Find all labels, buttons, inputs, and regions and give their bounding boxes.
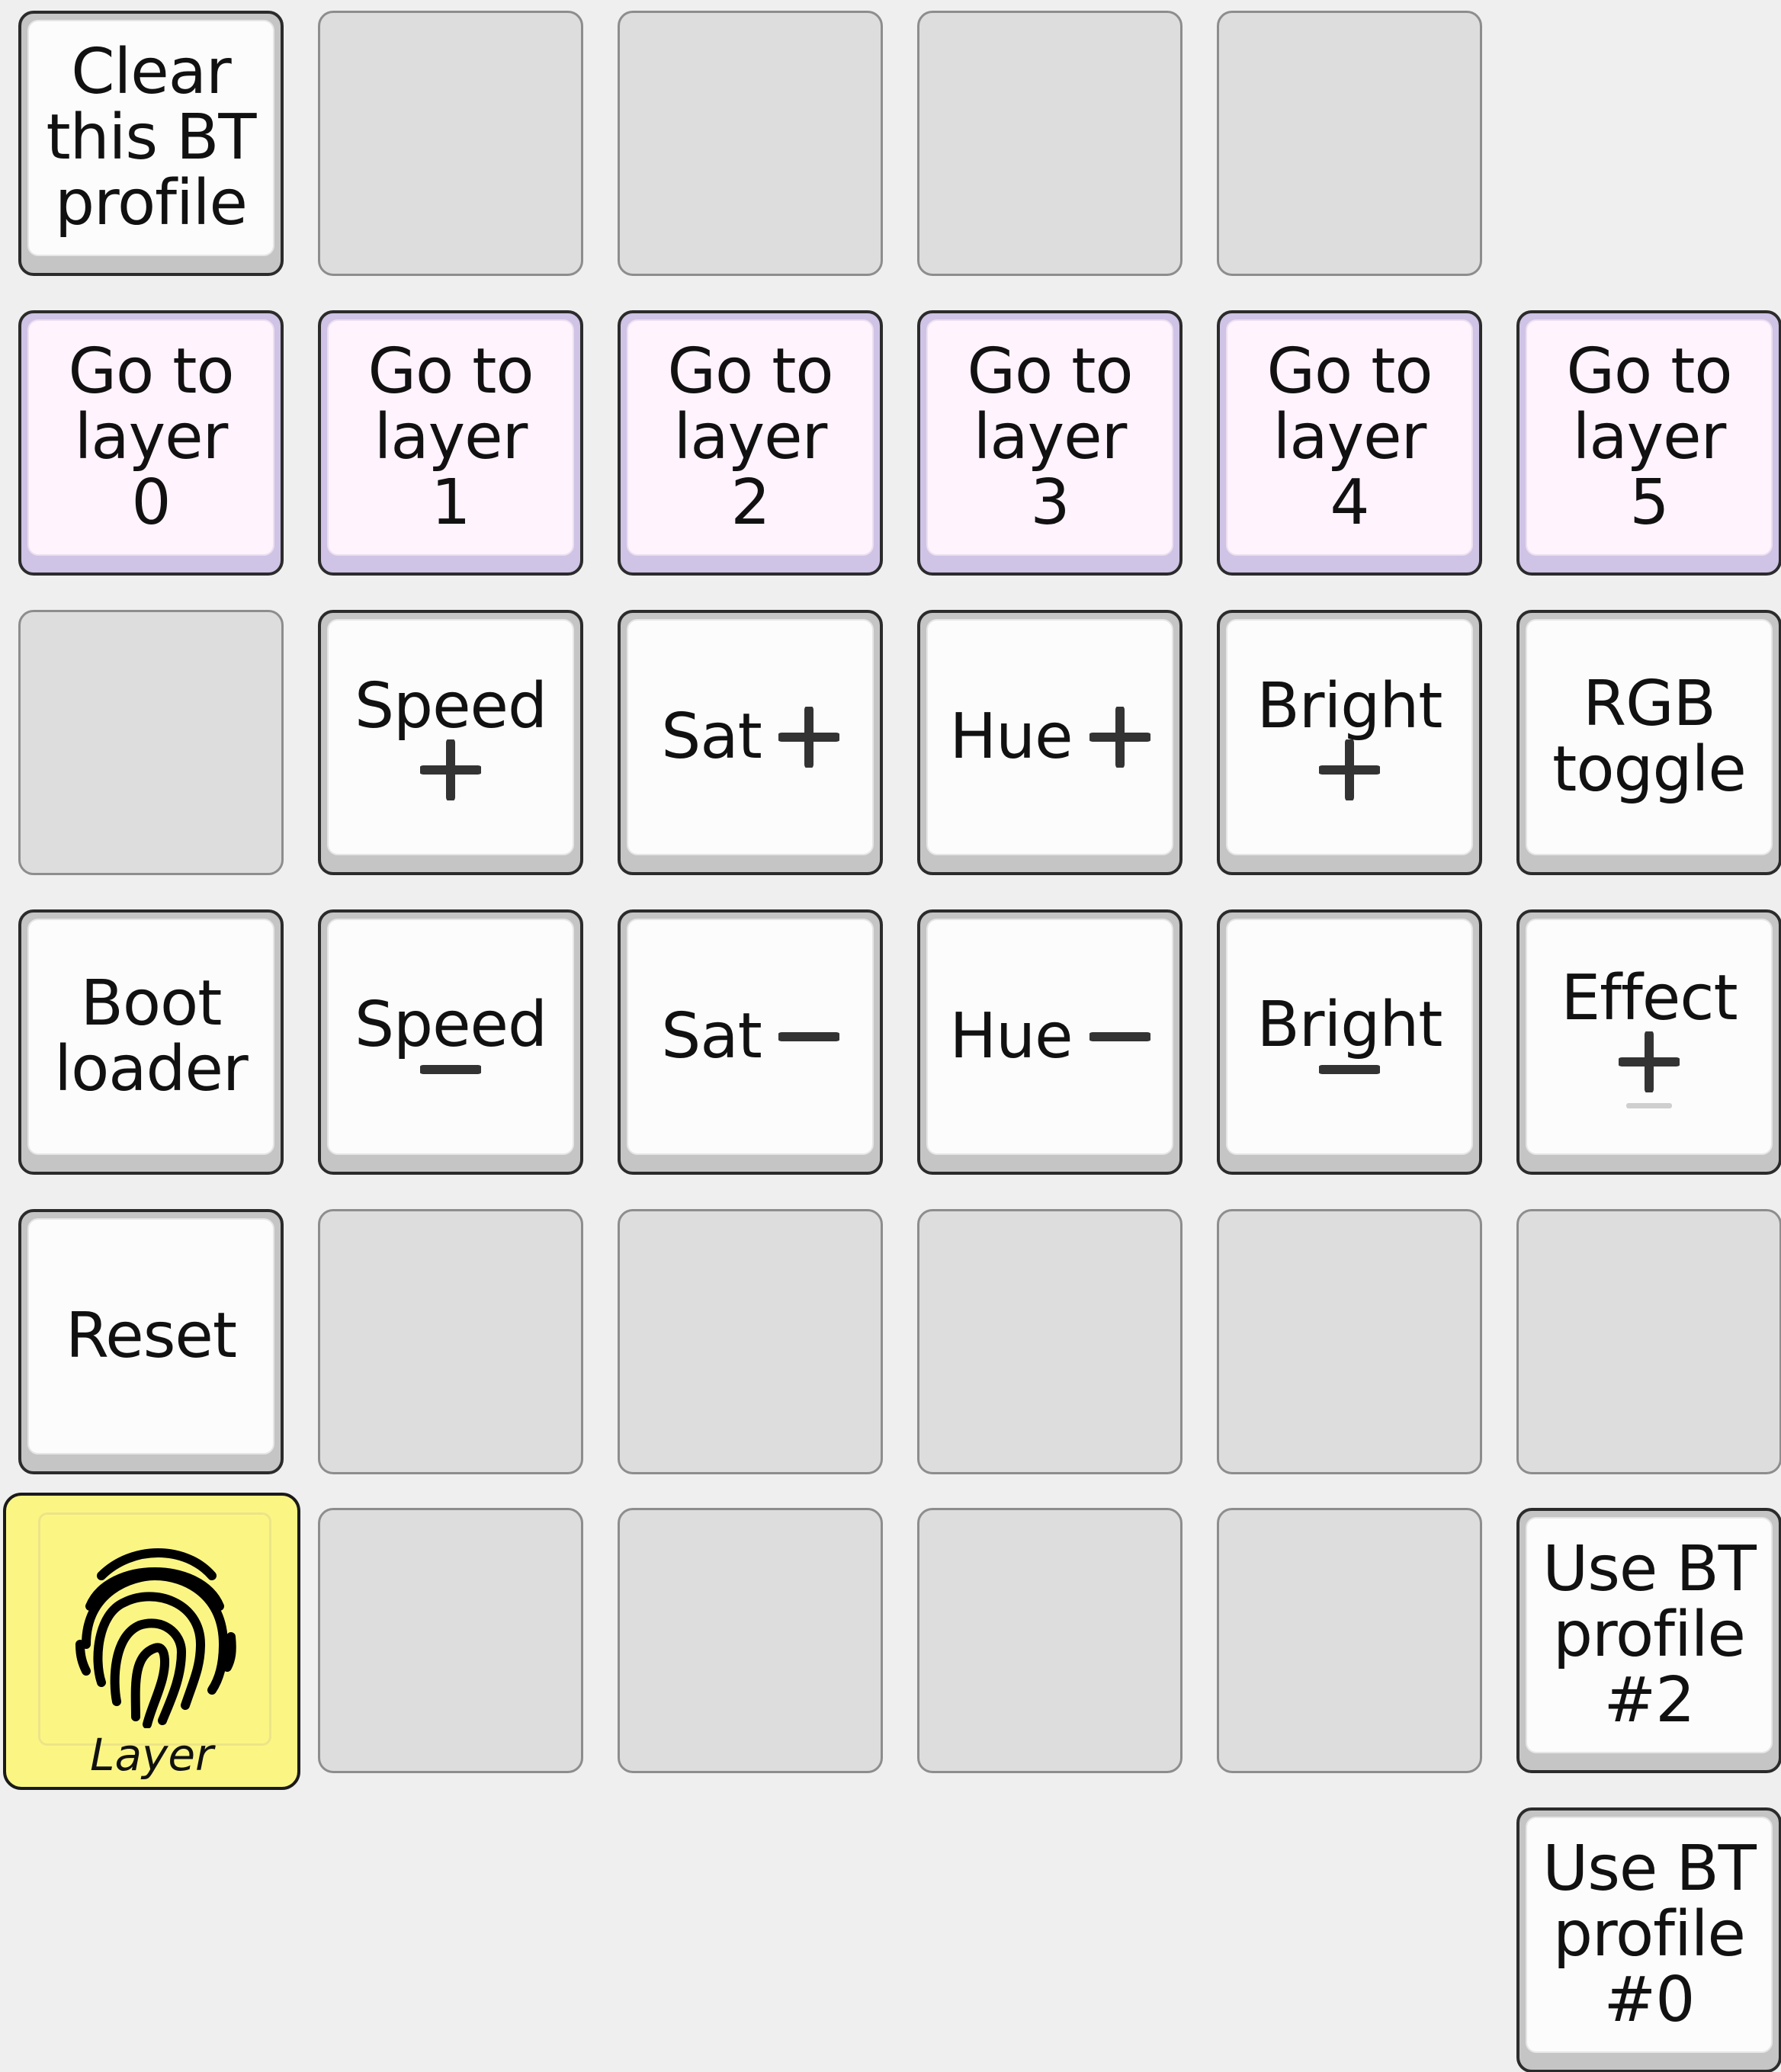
key-label: Hue	[949, 701, 1073, 773]
key-label: Go to layer 5	[1566, 335, 1732, 539]
fingerprint-icon	[75, 1548, 236, 1728]
key-use-bt-profile-2[interactable]: Use BT profile #2	[1516, 1508, 1781, 1773]
key-label: Go to layer 1	[367, 335, 534, 539]
key-empty[interactable]	[318, 11, 583, 276]
key-empty[interactable]	[1217, 1209, 1482, 1474]
key-rgb-speed-down[interactable]: Speed	[318, 909, 583, 1175]
key-rgb-bright-down[interactable]: Bright	[1217, 909, 1482, 1175]
key-label: Reset	[65, 1300, 237, 1372]
plus-icon	[1089, 707, 1150, 768]
key-label: RGB toggle	[1552, 668, 1747, 806]
key-label: Sat	[661, 701, 762, 773]
key-use-bt-profile-0[interactable]: Use BT profile #0	[1516, 1807, 1781, 2072]
key-label: Clear this BT profile	[46, 36, 256, 239]
key-empty[interactable]	[917, 11, 1183, 276]
plus-icon	[1619, 1031, 1680, 1092]
key-empty[interactable]	[1217, 1508, 1482, 1773]
key-empty[interactable]	[917, 1508, 1183, 1773]
key-empty[interactable]	[917, 1209, 1183, 1474]
key-label: Bright	[1256, 989, 1443, 1061]
key-goto-layer-4[interactable]: Go to layer 4	[1217, 310, 1482, 576]
key-label: Bright	[1256, 670, 1443, 743]
plus-icon	[420, 739, 481, 800]
minus-icon	[778, 1032, 839, 1041]
key-reset[interactable]: Reset	[18, 1209, 284, 1474]
key-rgb-speed-up[interactable]: Speed	[318, 610, 583, 875]
key-label: Sat	[661, 1000, 762, 1073]
key-empty[interactable]	[318, 1508, 583, 1773]
key-label: Go to layer 4	[1266, 335, 1433, 539]
key-goto-layer-5[interactable]: Go to layer 5	[1516, 310, 1781, 576]
minus-icon	[1089, 1032, 1150, 1041]
key-empty[interactable]	[618, 11, 883, 276]
key-rgb-toggle[interactable]: RGB toggle	[1516, 610, 1781, 875]
key-label: Speed	[354, 989, 547, 1061]
key-label: Boot loader	[54, 967, 248, 1105]
key-empty[interactable]	[18, 610, 284, 875]
key-rgb-hue-down[interactable]: Hue	[917, 909, 1183, 1175]
key-label: Hue	[949, 1000, 1073, 1073]
key-goto-layer-3[interactable]: Go to layer 3	[917, 310, 1183, 576]
key-empty[interactable]	[1516, 1209, 1781, 1474]
key-empty[interactable]	[618, 1209, 883, 1474]
key-label: Go to layer 2	[667, 335, 833, 539]
shifted-minus-icon	[1626, 1102, 1672, 1108]
key-empty[interactable]	[618, 1508, 883, 1773]
key-empty[interactable]	[318, 1209, 583, 1474]
key-empty[interactable]	[1217, 11, 1482, 276]
key-label: Speed	[354, 670, 547, 743]
minus-icon	[420, 1065, 481, 1074]
key-label: Go to layer 0	[68, 335, 234, 539]
key-label: Use BT profile #0	[1542, 1833, 1757, 2036]
key-rgb-sat-down[interactable]: Sat	[618, 909, 883, 1175]
minus-icon	[1319, 1065, 1380, 1074]
key-layer-hold[interactable]: Layer	[3, 1493, 300, 1790]
plus-icon	[778, 707, 839, 768]
key-label: Effect	[1561, 961, 1738, 1034]
key-rgb-sat-up[interactable]: Sat	[618, 610, 883, 875]
layer-key-label: Layer	[90, 1729, 213, 1781]
key-goto-layer-0[interactable]: Go to layer 0	[18, 310, 284, 576]
key-clear-bt-profile[interactable]: Clear this BT profile	[18, 11, 284, 276]
layer-key-face	[38, 1512, 271, 1746]
key-goto-layer-2[interactable]: Go to layer 2	[618, 310, 883, 576]
key-bootloader[interactable]: Boot loader	[18, 909, 284, 1175]
key-rgb-effect-next[interactable]: Effect	[1516, 909, 1781, 1175]
keymap-layer-board: Clear this BT profile Go to layer 0 Go t…	[0, 0, 1781, 2072]
key-goto-layer-1[interactable]: Go to layer 1	[318, 310, 583, 576]
plus-icon	[1319, 739, 1380, 800]
key-rgb-bright-up[interactable]: Bright	[1217, 610, 1482, 875]
key-rgb-hue-up[interactable]: Hue	[917, 610, 1183, 875]
key-label: Go to layer 3	[967, 335, 1133, 539]
key-label: Use BT profile #2	[1542, 1533, 1757, 1737]
